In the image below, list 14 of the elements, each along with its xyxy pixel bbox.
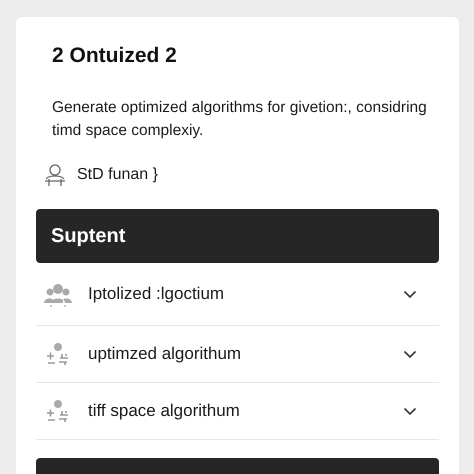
chevron-down-icon[interactable] — [403, 350, 417, 358]
item-label[interactable]: uptimzed algorithum — [88, 344, 403, 364]
chevron-down-icon[interactable] — [403, 406, 417, 416]
card-title: 2 Ontuized 2 — [51, 43, 178, 68]
item-label[interactable]: tiff space algorithum — [88, 401, 403, 421]
item-label[interactable]: Iptolized :lgoctium — [88, 284, 403, 304]
person-settings-icon — [45, 342, 71, 366]
chevron-down-icon[interactable] — [403, 290, 417, 298]
person-settings-icon — [45, 399, 71, 423]
section-header: Suptent — [36, 209, 439, 263]
people-icon — [44, 281, 72, 307]
person-icon — [43, 162, 67, 188]
description: Generate optimized algorithms for givetion:, considring timd space complexiy. — [52, 98, 428, 141]
author-name: StD funan } — [77, 166, 158, 184]
